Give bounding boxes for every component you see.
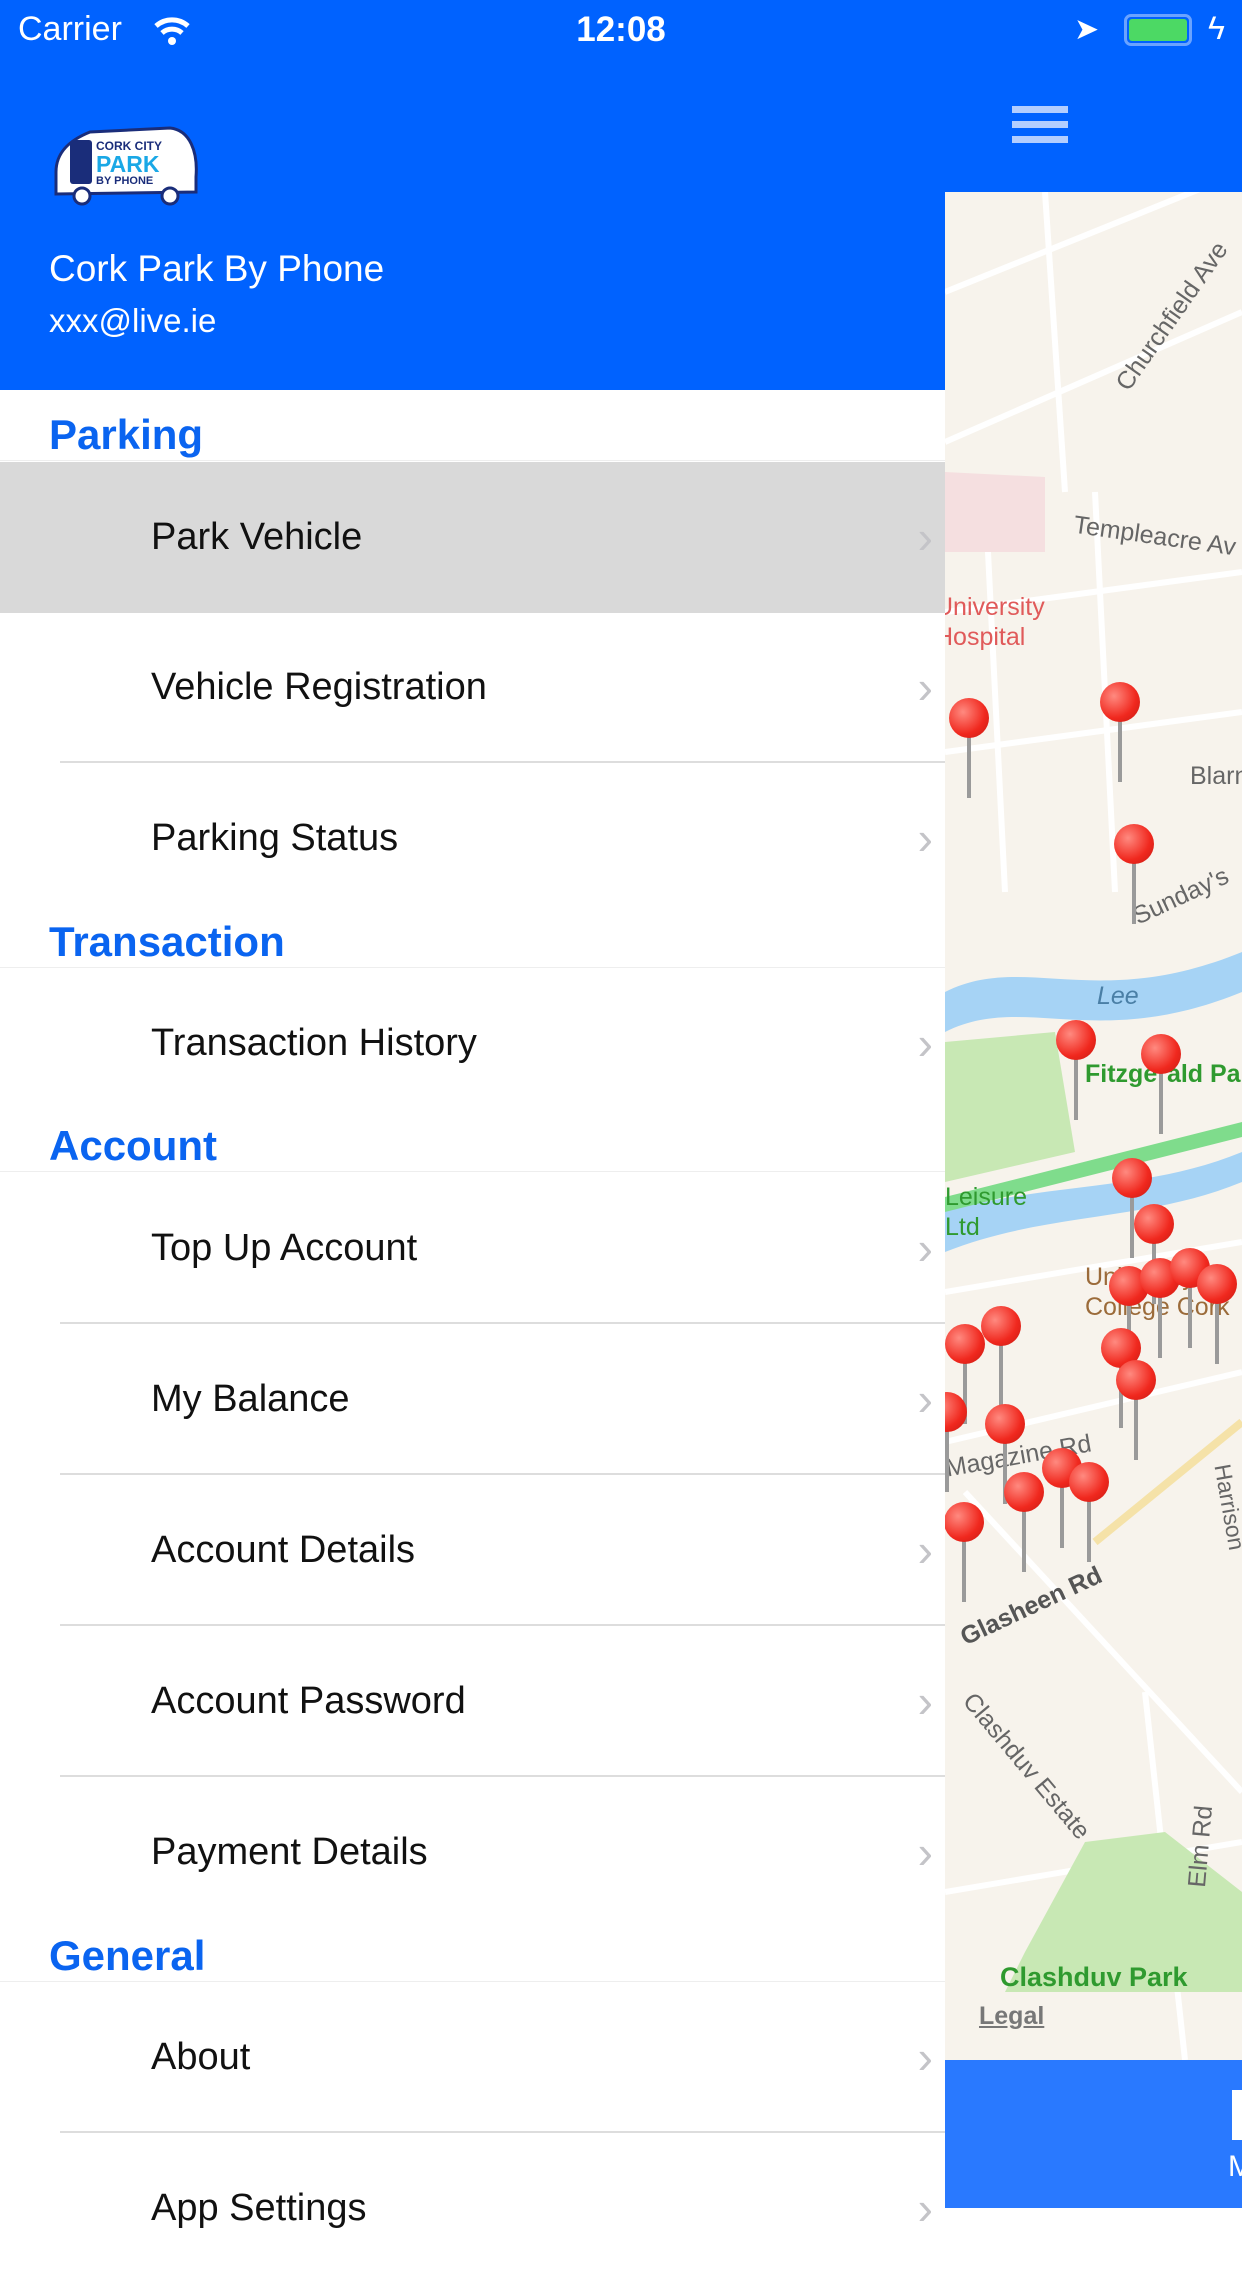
parking-pin[interactable] xyxy=(1004,1472,1044,1572)
map-tab-label[interactable]: M xyxy=(1228,2150,1242,2184)
menu-item-label: About xyxy=(151,2036,251,2078)
chevron-right-icon: › xyxy=(917,2182,933,2234)
parking-pin[interactable] xyxy=(1197,1264,1237,1364)
menu-item-label: Parking Status xyxy=(151,817,399,859)
battery-icon xyxy=(1124,14,1192,46)
legal-link[interactable]: Legal xyxy=(979,2002,1044,2031)
parking-pin[interactable] xyxy=(1141,1034,1181,1134)
parking-pin[interactable] xyxy=(981,1306,1021,1406)
map-label: Leisure Ltd xyxy=(945,1183,1027,1241)
chevron-right-icon: › xyxy=(917,1675,933,1727)
parking-pin[interactable] xyxy=(1112,1158,1152,1258)
parking-pin[interactable] xyxy=(1056,1020,1096,1120)
menu-item-parking-status[interactable]: Parking Status › xyxy=(0,763,945,914)
hamburger-menu-icon[interactable] xyxy=(1012,106,1068,144)
menu-item-my-balance[interactable]: My Balance › xyxy=(0,1324,945,1475)
status-bar: Carrier 12:08 ➤ ϟ xyxy=(0,0,1242,60)
map-roads xyxy=(945,192,1242,2060)
menu-item-label: Park Vehicle xyxy=(151,516,363,558)
parking-pin[interactable] xyxy=(1069,1462,1109,1562)
chevron-right-icon: › xyxy=(917,1222,933,1274)
menu-item-label: Account Password xyxy=(151,1680,466,1722)
parking-pin[interactable] xyxy=(1170,1248,1210,1348)
charging-icon: ϟ xyxy=(1208,10,1225,46)
map-label: Clashduv Park xyxy=(1000,1962,1188,1992)
menu-item-top-up-account[interactable]: Top Up Account › xyxy=(0,1173,945,1324)
parking-pin[interactable] xyxy=(1116,1360,1156,1460)
chevron-right-icon: › xyxy=(917,812,933,864)
parking-pin[interactable] xyxy=(1042,1448,1082,1548)
section-transaction: Transaction xyxy=(0,915,945,968)
chevron-right-icon: › xyxy=(917,1373,933,1425)
bottom-tab-bar: M xyxy=(945,2060,1242,2208)
parking-pin[interactable] xyxy=(1100,682,1140,782)
map-label: Lee xyxy=(1097,982,1139,1010)
menu-item-payment-details[interactable]: Payment Details › xyxy=(0,1777,945,1928)
parking-pin[interactable] xyxy=(1114,824,1154,924)
side-drawer: CORK CITY PARK BY PHONE Cork Park By Pho… xyxy=(0,0,945,2234)
app-logo: CORK CITY PARK BY PHONE xyxy=(54,126,198,206)
section-parking: Parking xyxy=(0,408,945,461)
svg-text:PARK: PARK xyxy=(96,151,160,177)
menu-item-app-settings[interactable]: App Settings › xyxy=(0,2133,945,2284)
menu-item-vehicle-registration[interactable]: Vehicle Registration › xyxy=(0,612,945,763)
parking-pin[interactable] xyxy=(1140,1258,1180,1358)
chevron-right-icon: › xyxy=(917,511,933,563)
menu-item-about[interactable]: About › xyxy=(0,1982,945,2133)
clock: 12:08 xyxy=(576,10,666,49)
menu-item-label: Payment Details xyxy=(151,1831,428,1873)
menu-item-label: Transaction History xyxy=(151,1022,477,1064)
menu-item-label: Top Up Account xyxy=(151,1227,418,1269)
user-email: xxx@live.ie xyxy=(49,302,217,339)
chevron-right-icon: › xyxy=(917,1017,933,1069)
parking-pin[interactable] xyxy=(945,1502,984,1602)
section-account: Account xyxy=(0,1119,945,1172)
parking-pin[interactable] xyxy=(945,1392,967,1492)
svg-text:BY PHONE: BY PHONE xyxy=(96,175,153,187)
map-label: Blarney xyxy=(1190,762,1242,790)
map-tab-icon[interactable] xyxy=(1232,2090,1242,2140)
menu-item-label: Vehicle Registration xyxy=(151,666,487,708)
menu-item-transaction-history[interactable]: Transaction History › xyxy=(0,968,945,1119)
map-view[interactable]: Churchfield Ave Templeacre Av University… xyxy=(945,192,1242,2060)
map-label: University Hospital xyxy=(945,593,1045,651)
chevron-right-icon: › xyxy=(917,661,933,713)
menu-item-account-details[interactable]: Account Details › xyxy=(0,1475,945,1626)
menu-item-label: App Settings xyxy=(151,2187,367,2229)
menu-item-park-vehicle[interactable]: Park Vehicle › xyxy=(0,462,945,613)
section-general: General xyxy=(0,1929,945,1982)
river xyxy=(945,952,1242,1032)
menu-item-label: My Balance xyxy=(151,1378,350,1420)
menu-item-label: Account Details xyxy=(151,1529,416,1571)
parking-pin[interactable] xyxy=(949,698,989,798)
menu-item-account-password[interactable]: Account Password › xyxy=(0,1626,945,1777)
app-name: Cork Park By Phone xyxy=(49,248,385,289)
chevron-right-icon: › xyxy=(917,1826,933,1878)
location-icon: ➤ xyxy=(1074,13,1100,46)
chevron-right-icon: › xyxy=(917,1524,933,1576)
chevron-right-icon: › xyxy=(917,2031,933,2083)
